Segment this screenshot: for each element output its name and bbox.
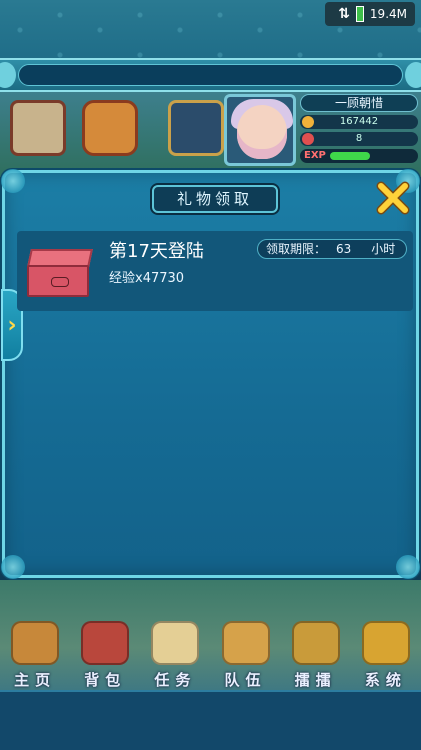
gift-list-item[interactable]: 第17天登陆 经验x47730 领取期限： 63 小时 (17, 231, 413, 311)
top-banner-bar (0, 58, 421, 92)
banner-cap-left (0, 62, 16, 88)
exp-fill (330, 152, 370, 160)
deadline-label: 领取期限： (266, 242, 327, 256)
avatar[interactable] (224, 94, 296, 166)
gift-title: 第17天登陆 (109, 241, 204, 262)
avatar-face (237, 105, 287, 159)
exp-bar: EXP (300, 149, 418, 163)
banner-inner (18, 64, 403, 86)
stat-row-gold: 167442 (300, 115, 418, 129)
nav-item-1[interactable]: 背包 (73, 620, 137, 690)
nav-item-4[interactable]: 擂擂 (284, 620, 348, 690)
gem-icon (302, 133, 314, 145)
dialog-corner-ornament (1, 555, 25, 579)
nav-label: 背包 (84, 671, 127, 689)
dialog-corner-ornament (1, 169, 25, 193)
nav-item-3[interactable]: 队伍 (214, 620, 278, 690)
bottom-nav: 主页 背包 任务 队伍 擂擂 系统 (0, 620, 421, 690)
deadline-value: 63 (336, 242, 352, 256)
hud-scene: 一顾朝惜 167442 8 EXP (0, 92, 421, 177)
claim-deadline-badge: 领取期限： 63 小时 (257, 239, 407, 259)
gift-reward: 经验x47730 (109, 271, 185, 286)
bottom-strip (0, 690, 421, 750)
nav-item-0[interactable]: 主页 (3, 620, 67, 690)
nav-item-2[interactable]: 任务 (143, 620, 207, 690)
status-bar: ⇅ 19.4M (325, 2, 415, 26)
dialog-title: 礼物领取 (152, 185, 278, 213)
nav-label: 队伍 (224, 671, 267, 689)
stat-gold-value: 167442 (339, 116, 379, 127)
player-stat-panel: 一顾朝惜 167442 8 EXP (300, 94, 418, 168)
nav-label: 擂擂 (294, 671, 337, 689)
battery-icon (355, 6, 364, 22)
stat-gem-value: 8 (355, 133, 363, 144)
dialog-corner-ornament (396, 555, 420, 579)
player-name: 一顾朝惜 (300, 94, 418, 112)
close-button[interactable] (374, 179, 412, 217)
sword-icon (291, 621, 340, 665)
stat-row-gem: 8 (300, 132, 418, 146)
deadline-unit: 小时 (371, 242, 396, 256)
red-gift-box-icon (25, 243, 95, 303)
data-rate: 19.4M (369, 7, 407, 21)
weapon-icon[interactable] (168, 100, 224, 156)
nav-label: 任务 (154, 671, 197, 689)
nav-label: 系统 (364, 671, 407, 689)
gear-icon (361, 621, 410, 665)
treasure-chest-icon[interactable] (82, 100, 138, 156)
chevron-right-icon: › (7, 312, 17, 338)
team-figure-icon (221, 621, 270, 665)
data-transfer-arrows-icon: ⇅ (338, 6, 350, 22)
banner-cap-right (405, 62, 421, 88)
backpack-chest-icon (81, 621, 130, 665)
gift-box-body (27, 265, 89, 297)
home-pagoda-icon (11, 621, 60, 665)
coin-icon (302, 116, 314, 128)
nav-label: 主页 (14, 671, 57, 689)
calendar-icon[interactable] (10, 100, 66, 156)
exp-label: EXP (304, 150, 326, 161)
gift-claim-dialog: 礼物领取 › 第17天登陆 经验x47730 领取期限： 63 小时 (1, 169, 420, 579)
scroll-icon (151, 621, 200, 665)
nav-item-5[interactable]: 系统 (354, 620, 418, 690)
close-x-icon (376, 181, 410, 215)
